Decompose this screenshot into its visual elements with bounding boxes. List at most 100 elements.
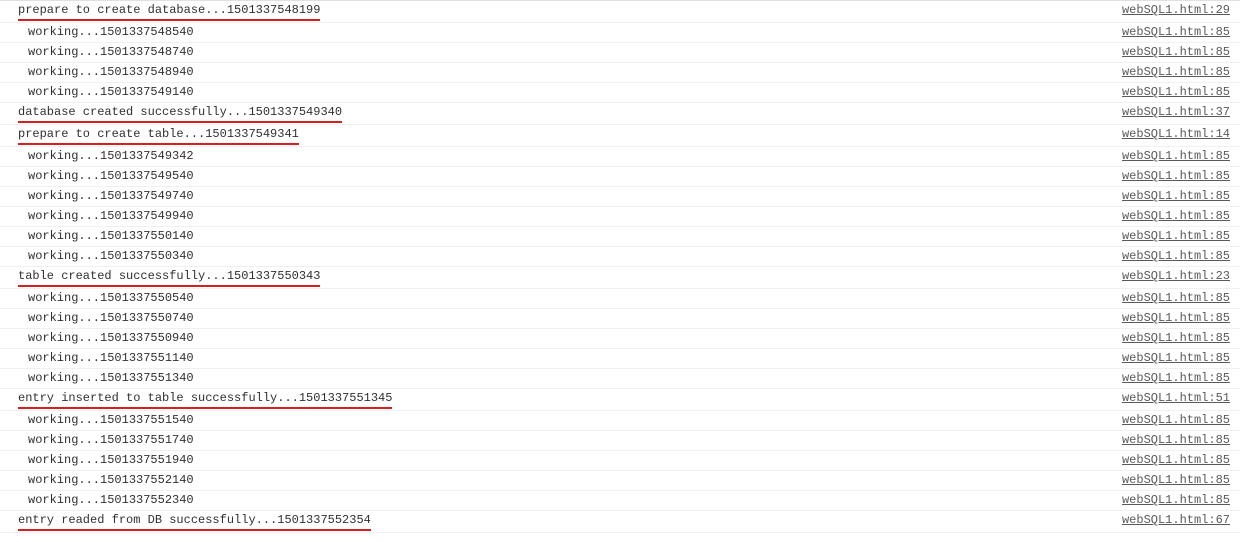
console-message-text: prepare to create table...1501337549341 <box>18 126 299 145</box>
console-message: database created successfully...15013375… <box>0 104 342 123</box>
console-message: working...1501337548740 <box>0 44 194 61</box>
console-message-text: working...1501337550140 <box>28 229 194 243</box>
console-message-text: working...1501337550940 <box>28 331 194 345</box>
console-message-text: working...1501337552340 <box>28 493 194 507</box>
console-row: working...1501337549140 webSQL1.html:85 <box>0 83 1240 103</box>
console-message: working...1501337550340 <box>0 248 194 265</box>
console-source-link[interactable]: webSQL1.html:85 <box>1122 350 1234 367</box>
console-row: working...1501337551340 webSQL1.html:85 <box>0 369 1240 389</box>
console-row: prepare to create table...1501337549341 w… <box>0 125 1240 147</box>
console-row: working...1501337550540 webSQL1.html:85 <box>0 289 1240 309</box>
console-source-link[interactable]: webSQL1.html:85 <box>1122 228 1234 245</box>
console-source-link[interactable]: webSQL1.html:85 <box>1122 148 1234 165</box>
console-row: working...1501337549540 webSQL1.html:85 <box>0 167 1240 187</box>
console-message-text: working...1501337549342 <box>28 149 194 163</box>
console-row: working...1501337550340 webSQL1.html:85 <box>0 247 1240 267</box>
console-message-text: working...1501337548740 <box>28 45 194 59</box>
console-row: working...1501337549940 webSQL1.html:85 <box>0 207 1240 227</box>
console-source-link[interactable]: webSQL1.html:85 <box>1122 370 1234 387</box>
console-source-link[interactable]: webSQL1.html:85 <box>1122 84 1234 101</box>
console-source-link[interactable]: webSQL1.html:85 <box>1122 188 1234 205</box>
console-message: prepare to create database...15013375481… <box>0 2 320 21</box>
console-row: working...1501337550740 webSQL1.html:85 <box>0 309 1240 329</box>
console-row: working...1501337550940 webSQL1.html:85 <box>0 329 1240 349</box>
console-source-link[interactable]: webSQL1.html:85 <box>1122 432 1234 449</box>
console-source-link[interactable]: webSQL1.html:29 <box>1122 2 1234 19</box>
console-message: working...1501337551940 <box>0 452 194 469</box>
console-message-text: working...1501337549540 <box>28 169 194 183</box>
console-message-text: working...1501337548940 <box>28 65 194 79</box>
console-row: working...1501337549342 webSQL1.html:85 <box>0 147 1240 167</box>
console-row: database created successfully...15013375… <box>0 103 1240 125</box>
console-row: working...1501337551740 webSQL1.html:85 <box>0 431 1240 451</box>
console-message: working...1501337549940 <box>0 208 194 225</box>
console-message: working...1501337550740 <box>0 310 194 327</box>
console-message: working...1501337549342 <box>0 148 194 165</box>
console-source-link[interactable]: webSQL1.html:85 <box>1122 44 1234 61</box>
console-source-link[interactable]: webSQL1.html:51 <box>1122 390 1234 407</box>
console-source-link[interactable]: webSQL1.html:85 <box>1122 290 1234 307</box>
console-message: working...1501337551140 <box>0 350 194 367</box>
console-message: working...1501337552140 <box>0 472 194 489</box>
console-row: working...1501337548740 webSQL1.html:85 <box>0 43 1240 63</box>
console-message: working...1501337550940 <box>0 330 194 347</box>
console-row: prepare to create database...15013375481… <box>0 1 1240 23</box>
console-message: working...1501337549740 <box>0 188 194 205</box>
console-message-text: prepare to create database...15013375481… <box>18 2 320 21</box>
console-message-text: database created successfully...15013375… <box>18 104 342 123</box>
console-message: working...1501337551340 <box>0 370 194 387</box>
console-source-link[interactable]: webSQL1.html:85 <box>1122 330 1234 347</box>
console-message-text: working...1501337551940 <box>28 453 194 467</box>
console-message: table created successfully...15013375503… <box>0 268 320 287</box>
console-message-text: working...1501337549140 <box>28 85 194 99</box>
console-row: entry inserted to table successfully...1… <box>0 389 1240 411</box>
console-source-link[interactable]: webSQL1.html:85 <box>1122 208 1234 225</box>
console-message-text: working...1501337551540 <box>28 413 194 427</box>
console-row: table created successfully...15013375503… <box>0 267 1240 289</box>
console-message-text: working...1501337552140 <box>28 473 194 487</box>
console-message: working...1501337550540 <box>0 290 194 307</box>
console-row: working...1501337551940 webSQL1.html:85 <box>0 451 1240 471</box>
console-message-text: working...1501337551740 <box>28 433 194 447</box>
console-source-link[interactable]: webSQL1.html:85 <box>1122 64 1234 81</box>
console-row: entry readed from DB successfully...1501… <box>0 511 1240 533</box>
console-message-text: working...1501337550740 <box>28 311 194 325</box>
console-source-link[interactable]: webSQL1.html:85 <box>1122 248 1234 265</box>
console-message: prepare to create table...1501337549341 <box>0 126 299 145</box>
console-message-text: working...1501337550340 <box>28 249 194 263</box>
console-message-text: working...1501337549740 <box>28 189 194 203</box>
console-source-link[interactable]: webSQL1.html:67 <box>1122 512 1234 529</box>
console-row: working...1501337550140 webSQL1.html:85 <box>0 227 1240 247</box>
console-source-link[interactable]: webSQL1.html:85 <box>1122 472 1234 489</box>
console-log-list: prepare to create database...15013375481… <box>0 0 1240 533</box>
console-source-link[interactable]: webSQL1.html:85 <box>1122 412 1234 429</box>
console-message: working...1501337551740 <box>0 432 194 449</box>
console-message-text: working...1501337548540 <box>28 25 194 39</box>
console-message-text: working...1501337551140 <box>28 351 194 365</box>
console-source-link[interactable]: webSQL1.html:14 <box>1122 126 1234 143</box>
console-message: working...1501337552340 <box>0 492 194 509</box>
console-message: working...1501337550140 <box>0 228 194 245</box>
console-source-link[interactable]: webSQL1.html:37 <box>1122 104 1234 121</box>
console-source-link[interactable]: webSQL1.html:85 <box>1122 492 1234 509</box>
console-row: working...1501337552340 webSQL1.html:85 <box>0 491 1240 511</box>
console-source-link[interactable]: webSQL1.html:85 <box>1122 310 1234 327</box>
console-message: working...1501337549540 <box>0 168 194 185</box>
console-message-text: working...1501337550540 <box>28 291 194 305</box>
console-row: working...1501337549740 webSQL1.html:85 <box>0 187 1240 207</box>
console-source-link[interactable]: webSQL1.html:85 <box>1122 452 1234 469</box>
console-message: working...1501337551540 <box>0 412 194 429</box>
console-source-link[interactable]: webSQL1.html:85 <box>1122 24 1234 41</box>
console-message: entry readed from DB successfully...1501… <box>0 512 371 531</box>
console-message-text: entry readed from DB successfully...1501… <box>18 512 371 531</box>
console-source-link[interactable]: webSQL1.html:85 <box>1122 168 1234 185</box>
console-message-text: working...1501337551340 <box>28 371 194 385</box>
console-row: working...1501337551140 webSQL1.html:85 <box>0 349 1240 369</box>
console-message: working...1501337549140 <box>0 84 194 101</box>
console-source-link[interactable]: webSQL1.html:23 <box>1122 268 1234 285</box>
console-message: entry inserted to table successfully...1… <box>0 390 392 409</box>
console-row: working...1501337548940 webSQL1.html:85 <box>0 63 1240 83</box>
console-row: working...1501337552140 webSQL1.html:85 <box>0 471 1240 491</box>
console-message-text: working...1501337549940 <box>28 209 194 223</box>
console-row: working...1501337551540 webSQL1.html:85 <box>0 411 1240 431</box>
